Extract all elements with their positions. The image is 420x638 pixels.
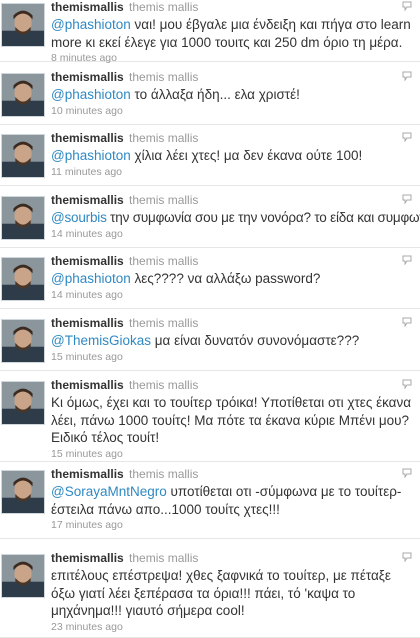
- full-name: themis mallis: [129, 551, 199, 565]
- tweet-text: @phashioton ναι! μου έβγαλε μια ένδειξη …: [51, 16, 418, 51]
- reply-icon[interactable]: [402, 552, 412, 562]
- screen-name[interactable]: themismallis: [51, 378, 124, 392]
- reply-icon[interactable]: [402, 255, 412, 265]
- tweet-body: χίλια λέει χτες! μα δεν έκανα ούτε 100!: [130, 148, 363, 163]
- mention-link[interactable]: @phashioton: [51, 271, 131, 286]
- full-name: themis mallis: [129, 131, 199, 145]
- timestamp[interactable]: 10 minutes ago: [51, 105, 418, 118]
- full-name: themis mallis: [129, 316, 199, 330]
- avatar[interactable]: [1, 257, 45, 301]
- screen-name[interactable]: themismallis: [51, 70, 124, 84]
- reply-icon[interactable]: [402, 1, 412, 11]
- avatar[interactable]: [1, 3, 45, 47]
- reply-icon[interactable]: [402, 379, 412, 389]
- tweet: themismallis themis mallis @phashioton τ…: [0, 70, 420, 125]
- timestamp[interactable]: 14 minutes ago: [51, 228, 418, 241]
- tweet-body: την συμφωνία σου με την νονόρα? το είδα …: [106, 210, 420, 225]
- tweet: themismallis themis mallis @SorayaMntNeg…: [0, 467, 420, 539]
- timestamp[interactable]: 14 minutes ago: [51, 289, 418, 302]
- reply-icon[interactable]: [402, 468, 412, 478]
- screen-name[interactable]: themismallis: [51, 193, 124, 207]
- tweet-body: Κι όμως, έχει και το τουίτερ τρόικα! Υπο…: [51, 395, 412, 445]
- tweet: themismallis themis mallis @sourbis την …: [0, 193, 420, 248]
- full-name: themis mallis: [129, 0, 199, 14]
- avatar[interactable]: [1, 554, 45, 598]
- avatar[interactable]: [1, 196, 45, 240]
- full-name: themis mallis: [129, 193, 199, 207]
- tweet: themismallis themis mallis επιτέλους επέ…: [0, 551, 420, 638]
- tweet-text: @phashioton λες???? να αλλάξω password?: [51, 270, 418, 288]
- tweet-text: @SorayaMntNegro υποτίθεται οτι -σύμφωνα …: [51, 483, 418, 518]
- avatar[interactable]: [1, 470, 45, 514]
- mention-link[interactable]: @sourbis: [51, 210, 107, 225]
- timestamp[interactable]: 11 minutes ago: [51, 166, 418, 179]
- reply-icon[interactable]: [402, 194, 412, 204]
- tweet: themismallis themis mallis @phashioton ν…: [0, 0, 420, 65]
- tweet-text: @sourbis την συμφωνία σου με την νονόρα?…: [51, 209, 420, 227]
- tweet-text: επιτέλους επέστρεψα! χθες ξαφνικά το του…: [51, 567, 418, 620]
- full-name: themis mallis: [129, 378, 199, 392]
- avatar[interactable]: [1, 73, 45, 117]
- timestamp[interactable]: 17 minutes ago: [51, 519, 418, 532]
- mention-link[interactable]: @phashioton: [51, 148, 131, 163]
- full-name: themis mallis: [129, 254, 199, 268]
- mention-link[interactable]: @ThemisGiokas: [51, 333, 151, 348]
- tweet-text: @phashioton το άλλαξα ήδη... ελα χριστέ!: [51, 86, 418, 104]
- screen-name[interactable]: themismallis: [51, 467, 124, 481]
- mention-link[interactable]: @phashioton: [51, 17, 131, 32]
- reply-icon[interactable]: [402, 317, 412, 327]
- tweet: themismallis themis mallis Κι όμως, έχει…: [0, 378, 420, 462]
- timestamp[interactable]: 15 minutes ago: [51, 448, 418, 461]
- tweet-body: μα είναι δυνατόν συνονόμαστε???: [150, 333, 360, 348]
- reply-icon[interactable]: [402, 71, 412, 81]
- screen-name[interactable]: themismallis: [51, 0, 124, 14]
- mention-link[interactable]: @SorayaMntNegro: [51, 484, 167, 499]
- tweet-text: @phashioton χίλια λέει χτες! μα δεν έκαν…: [51, 147, 418, 165]
- screen-name[interactable]: themismallis: [51, 551, 124, 565]
- screen-name[interactable]: themismallis: [51, 316, 124, 330]
- full-name: themis mallis: [129, 70, 199, 84]
- full-name: themis mallis: [129, 467, 199, 481]
- timestamp[interactable]: 15 minutes ago: [51, 351, 418, 364]
- tweet-timeline: themismallis themis mallis @phashioton ν…: [0, 0, 420, 638]
- timestamp[interactable]: 23 minutes ago: [51, 621, 418, 634]
- tweet: themismallis themis mallis @phashioton χ…: [0, 131, 420, 186]
- tweet: themismallis themis mallis @ThemisGiokas…: [0, 316, 420, 371]
- tweet-text: Κι όμως, έχει και το τουίτερ τρόικα! Υπο…: [51, 394, 418, 447]
- tweet: themismallis themis mallis @phashioton λ…: [0, 254, 420, 309]
- avatar[interactable]: [1, 319, 45, 363]
- timestamp[interactable]: 8 minutes ago: [51, 52, 418, 65]
- avatar[interactable]: [1, 381, 45, 425]
- mention-link[interactable]: @phashioton: [51, 87, 131, 102]
- tweet-body: το άλλαξα ήδη... ελα χριστέ!: [130, 87, 300, 102]
- screen-name[interactable]: themismallis: [51, 131, 124, 145]
- tweet-body: λες???? να αλλάξω password?: [130, 271, 321, 286]
- tweet-body: επιτέλους επέστρεψα! χθες ξαφνικά το του…: [51, 568, 391, 618]
- tweet-text: @ThemisGiokas μα είναι δυνατόν συνονόμασ…: [51, 332, 418, 350]
- screen-name[interactable]: themismallis: [51, 254, 124, 268]
- avatar[interactable]: [1, 134, 45, 178]
- reply-icon[interactable]: [402, 132, 412, 142]
